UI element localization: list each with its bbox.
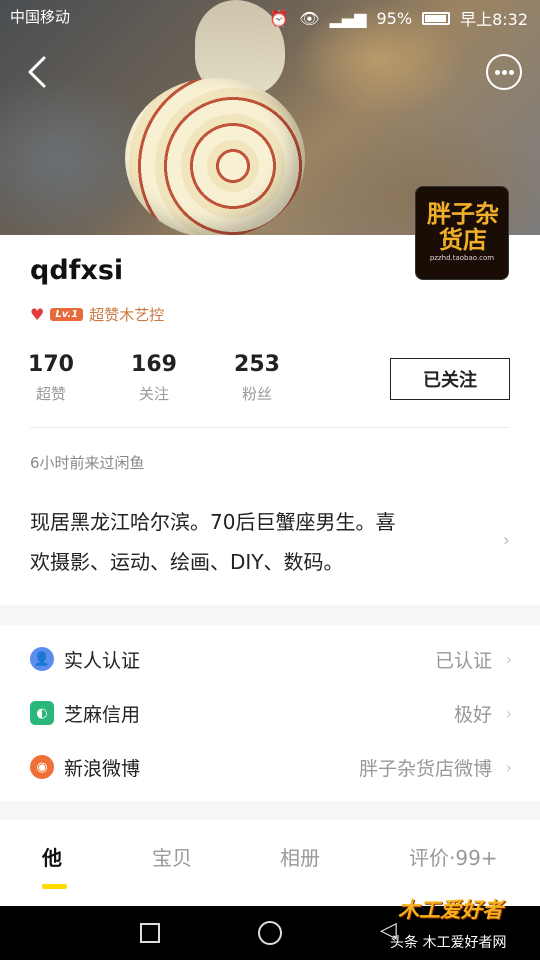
active-tab-indicator [42,884,67,889]
more-options-button[interactable] [486,54,522,90]
carrier-label: 中国移动 [10,8,71,26]
clock-time: 早上8:32 [460,10,528,29]
stat-likes[interactable]: 170 超赞 [21,352,81,404]
heart-icon: ♥ [30,305,45,324]
stat-label: 超赞 [35,385,66,403]
stat-value: 169 [131,352,177,377]
eye-icon: 👁 [299,8,320,28]
dot-icon [495,70,500,75]
tab-items[interactable]: 宝贝 [152,842,192,871]
nickname: qdfxsi [30,255,124,286]
signal-icon: ▂▄▆ [329,8,367,28]
level-row[interactable]: ♥ Lv.1 超赞木艺控 [30,304,164,325]
divider [30,427,510,428]
avatar-url-text: pzzhd.taobao.com [429,254,495,262]
verify-value: 胖子杂货店微博 [358,757,492,780]
home-button[interactable] [258,921,282,945]
watermark-logo: 木工爱好者 [398,897,503,922]
last-visit-text: 6小时前来过闲鱼 [30,454,145,472]
battery-percent: 95% [376,8,413,28]
stat-followers[interactable]: 253 粉丝 [227,352,287,404]
tab-reviews[interactable]: 评价·99+ [409,842,498,871]
level-badge: Lv.1 [50,308,84,321]
weibo-icon: ◉ [30,755,54,779]
dot-icon [502,70,507,75]
tab-his[interactable]: 他 [42,842,62,871]
stat-label: 粉丝 [241,385,272,403]
watermark: 木工爱好者 头条 木工爱好者网 [390,894,536,956]
chevron-right-icon: › [502,530,510,551]
bio-text[interactable]: 现居黑龙江哈尔滨。70后巨蟹座男生。喜 欢摄影、运动、绘画、DIY、数码。 [30,502,480,582]
status-right-group: ⏰ 👁 ▂▄▆ 95% 早上8:32 [269,6,528,30]
battery-icon [422,11,451,25]
verify-value: 已认证 [434,649,492,672]
stat-label: 关注 [138,385,169,403]
chevron-right-icon: › [505,649,512,669]
avatar-logo-text: 胖子杂货店 [427,199,499,254]
watermark-source-text: 头条 木工爱好者网 [390,935,507,951]
chevron-right-icon: › [505,757,512,777]
verify-value: 极好 [453,703,492,726]
snail-shell-image [125,78,305,235]
chevron-left-icon [28,56,46,88]
verify-label: 实人认证 [64,649,141,672]
level-title: 超赞木艺控 [89,306,165,324]
status-bar: 中国移动 ⏰ 👁 ▂▄▆ 95% 早上8:32 [0,0,540,36]
person-verify-icon: 👤 [30,647,54,671]
stat-following[interactable]: 169 关注 [124,352,184,404]
verify-row-sesame[interactable]: ◐ 芝麻信用 极好 › [0,691,540,735]
verify-row-weibo[interactable]: ◉ 新浪微博 胖子杂货店微博 › [0,745,540,789]
bio-line: 现居黑龙江哈尔滨。70后巨蟹座男生。喜 [30,510,396,534]
chevron-right-icon: › [505,703,512,723]
back-button[interactable] [22,52,58,92]
verify-label: 新浪微博 [64,757,141,780]
stat-value: 170 [28,352,74,377]
bio-line: 欢摄影、运动、绘画、DIY、数码。 [30,550,344,574]
verify-label: 芝麻信用 [64,703,141,726]
tab-album[interactable]: 相册 [280,842,320,871]
follow-button[interactable]: 已关注 [390,358,510,400]
stat-value: 253 [234,352,280,377]
alarm-icon: ⏰ [269,8,290,28]
recent-apps-button[interactable] [140,923,160,943]
dot-icon [509,70,514,75]
avatar[interactable]: 胖子杂货店 pzzhd.taobao.com [415,186,509,280]
verify-row-real-name[interactable]: 👤 实人认证 已认证 › [0,637,540,681]
sesame-credit-icon: ◐ [30,701,54,725]
